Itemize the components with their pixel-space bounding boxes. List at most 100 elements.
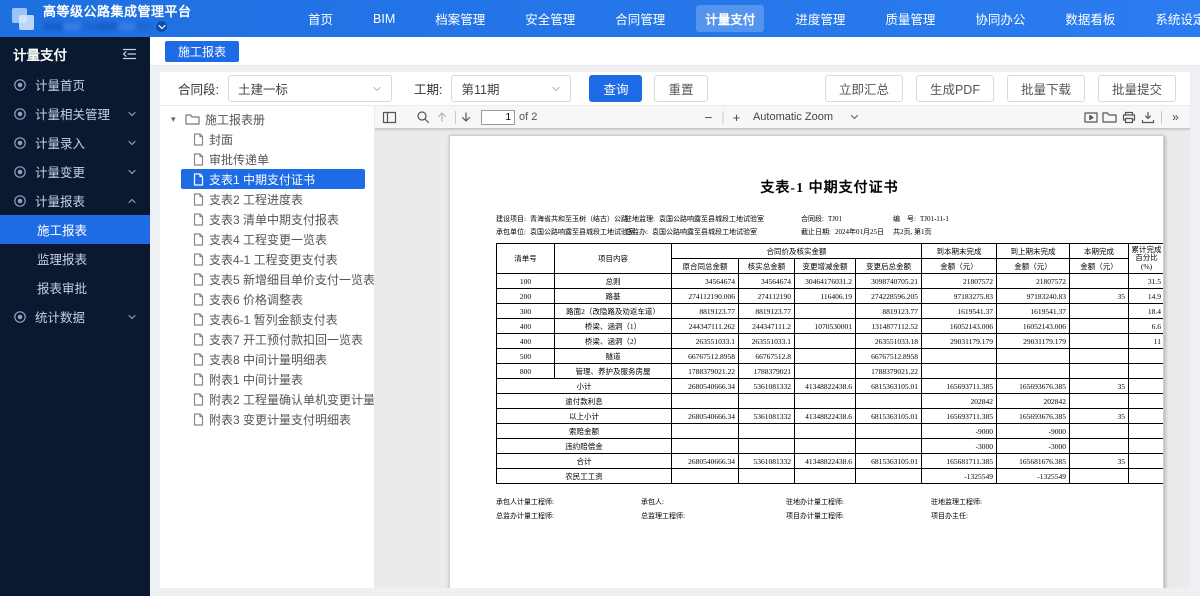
table-cell: 263551033.18 [856,334,922,349]
reset-button[interactable]: 重置 [654,75,707,102]
tree-item[interactable]: 附表1 中间计量表 [181,369,365,389]
table-cell: 小计 [497,379,672,394]
sidebar: 计量支付 计量首页计量相关管理计量录入计量变更计量报表施工报表监理报表报表审批统… [0,37,150,596]
nav-item-进度管理[interactable]: 进度管理 [786,5,854,32]
arrow-up-icon[interactable] [432,108,451,127]
sidebar-item-label: 计量首页 [35,75,137,94]
tab-construction-report[interactable]: 施工报表 [165,41,239,62]
sidebar-toggle-icon[interactable] [380,108,399,127]
search-icon[interactable] [413,108,432,127]
zoom-level-select[interactable]: Automatic Zoom [746,109,866,125]
table-row: 400桥梁、涵洞（1）244347111.262244347111.210705… [497,319,1165,334]
zoom-out-button[interactable]: − [699,108,718,127]
signature-label: 承包人计量工程师: [496,497,641,507]
sidebar-subitem-监理报表[interactable]: 监理报表 [0,244,150,273]
page-number-input[interactable] [481,110,515,125]
action-button-生成PDF[interactable]: 生成PDF [916,75,994,102]
tree-item[interactable]: 支表8 中间计量明细表 [181,349,365,369]
search-button[interactable]: 查询 [589,75,642,102]
table-cell [1129,379,1165,394]
table-cell: 路面2（改隐路及劝返车道） [555,304,672,319]
meta-field: 共2页, 第1页 [893,227,1163,237]
table-cell [1070,424,1129,439]
table-cell [795,349,856,364]
contract-label: 合同段: [178,79,219,98]
table-row: 100总则345646743456467430464176031.2309874… [497,274,1165,289]
table-cell: -1325549 [997,469,1070,484]
table-cell: 31.5 [1129,274,1165,289]
table-cell: 1314877112.52 [856,319,922,334]
table-cell: 逾付款利息 [497,394,672,409]
pdf-viewer: of 2 − + Automatic Zoom [375,106,1190,588]
table-cell [672,424,739,439]
sidebar-subitem-施工报表[interactable]: 施工报表 [0,215,150,244]
sidebar-item-计量相关管理[interactable]: 计量相关管理 [0,99,150,128]
open-file-icon[interactable] [1100,108,1119,127]
main-nav: 首页 BIM 档案管理安全管理合同管理计量支付进度管理质量管理协同办公数据看板系统设… [288,5,1200,32]
tree-item[interactable]: 支表1 中期支付证书 [181,169,365,189]
table-cell: 违约赔偿金 [497,439,672,454]
content-card: 合同段: 土建一标 工期: 第11期 查询 重置 立即汇总生成PDF批量下载批量… [160,72,1190,588]
contract-select[interactable]: 土建一标 [228,75,392,102]
action-button-立即汇总[interactable]: 立即汇总 [825,75,903,102]
more-tools-icon[interactable]: » [1166,108,1185,127]
sidebar-item-计量报表[interactable]: 计量报表 [0,186,150,215]
subtitle-badge[interactable] [156,21,167,32]
sidebar-subitem-报表审批[interactable]: 报表审批 [0,273,150,302]
action-button-批量下载[interactable]: 批量下载 [1007,75,1085,102]
file-icon [193,333,204,346]
tree-root[interactable]: ▾施工报表册 [160,109,374,129]
table-cell: 1619541.37 [997,304,1070,319]
nav-item-安全管理[interactable]: 安全管理 [516,5,584,32]
signature-label: 项目办计量工程师: [786,511,931,521]
presentation-mode-icon[interactable] [1081,108,1100,127]
table-cell: 41348822438.6 [795,454,856,469]
tree-item[interactable]: 支表5 新增细目单价支付一览表 [181,269,365,289]
nav-item-数据看板[interactable]: 数据看板 [1056,5,1124,32]
table-cell [739,439,795,454]
tree-item-label: 支表8 中间计量明细表 [209,351,327,368]
nav-item-BIM[interactable]: BIM [364,8,404,30]
download-icon[interactable] [1138,108,1157,127]
tree-item-label: 审批传递单 [209,151,269,168]
tree-item[interactable]: 支表6 价格调整表 [181,289,365,309]
table-cell [795,364,856,379]
nav-item-合同管理[interactable]: 合同管理 [606,5,674,32]
nav-item-质量管理[interactable]: 质量管理 [876,5,944,32]
sidebar-item-计量变更[interactable]: 计量变更 [0,157,150,186]
tree-item[interactable]: 支表4 工程变更一览表 [181,229,365,249]
action-button-批量提交[interactable]: 批量提交 [1098,75,1176,102]
pdf-canvas[interactable]: 支表-1 中期支付证书 建设项目:青海省共和至玉树（结古）公路驻地监理:袁国公路… [375,129,1190,588]
table-cell: 6815363105.01 [856,379,922,394]
sidebar-item-统计数据[interactable]: 统计数据 [0,302,150,331]
tree-item[interactable]: 封面 [181,129,365,149]
tree-item[interactable]: 支表2 工程进度表 [181,189,365,209]
meta-row: 建设项目:青海省共和至玉树（结古）公路驻地监理:袁国公路响露至县城段工地试验室合… [496,212,1163,225]
file-icon [193,153,204,166]
print-icon[interactable] [1119,108,1138,127]
app-subtitle [43,21,192,32]
app-logo [12,8,34,30]
tree-item[interactable]: 支表6-1 暂列金额支付表 [181,309,365,329]
nav-item-协同办公[interactable]: 协同办公 [966,5,1034,32]
period-select[interactable]: 第11期 [451,75,571,102]
tree-item[interactable]: 支表7 开工预付款扣回一览表 [181,329,365,349]
zoom-in-button[interactable]: + [727,108,746,127]
tree-item[interactable]: 审批传递单 [181,149,365,169]
tree-item[interactable]: 支表4-1 工程变更支付表 [181,249,365,269]
menu-collapse-icon[interactable] [122,48,137,60]
sidebar-item-计量首页[interactable]: 计量首页 [0,70,150,99]
tree-item[interactable]: 附表3 变更计量支付明细表 [181,409,365,429]
sidebar-item-计量录入[interactable]: 计量录入 [0,128,150,157]
tree-item[interactable]: 附表2 工程量确认单机变更计量表 [181,389,365,409]
nav-item-计量支付[interactable]: 计量支付 [696,5,764,32]
tree-item[interactable]: 支表3 清单中期支付报表 [181,209,365,229]
nav-item-系统设定[interactable]: 系统设定 [1146,5,1200,32]
table-cell [795,424,856,439]
nav-item-档案管理[interactable]: 档案管理 [426,5,494,32]
arrow-down-icon[interactable] [456,108,475,127]
table-cell: 2680540666.34 [672,409,739,424]
table-cell [1070,394,1129,409]
table-cell: 202842 [922,394,997,409]
nav-item-首页[interactable]: 首页 [299,5,342,32]
